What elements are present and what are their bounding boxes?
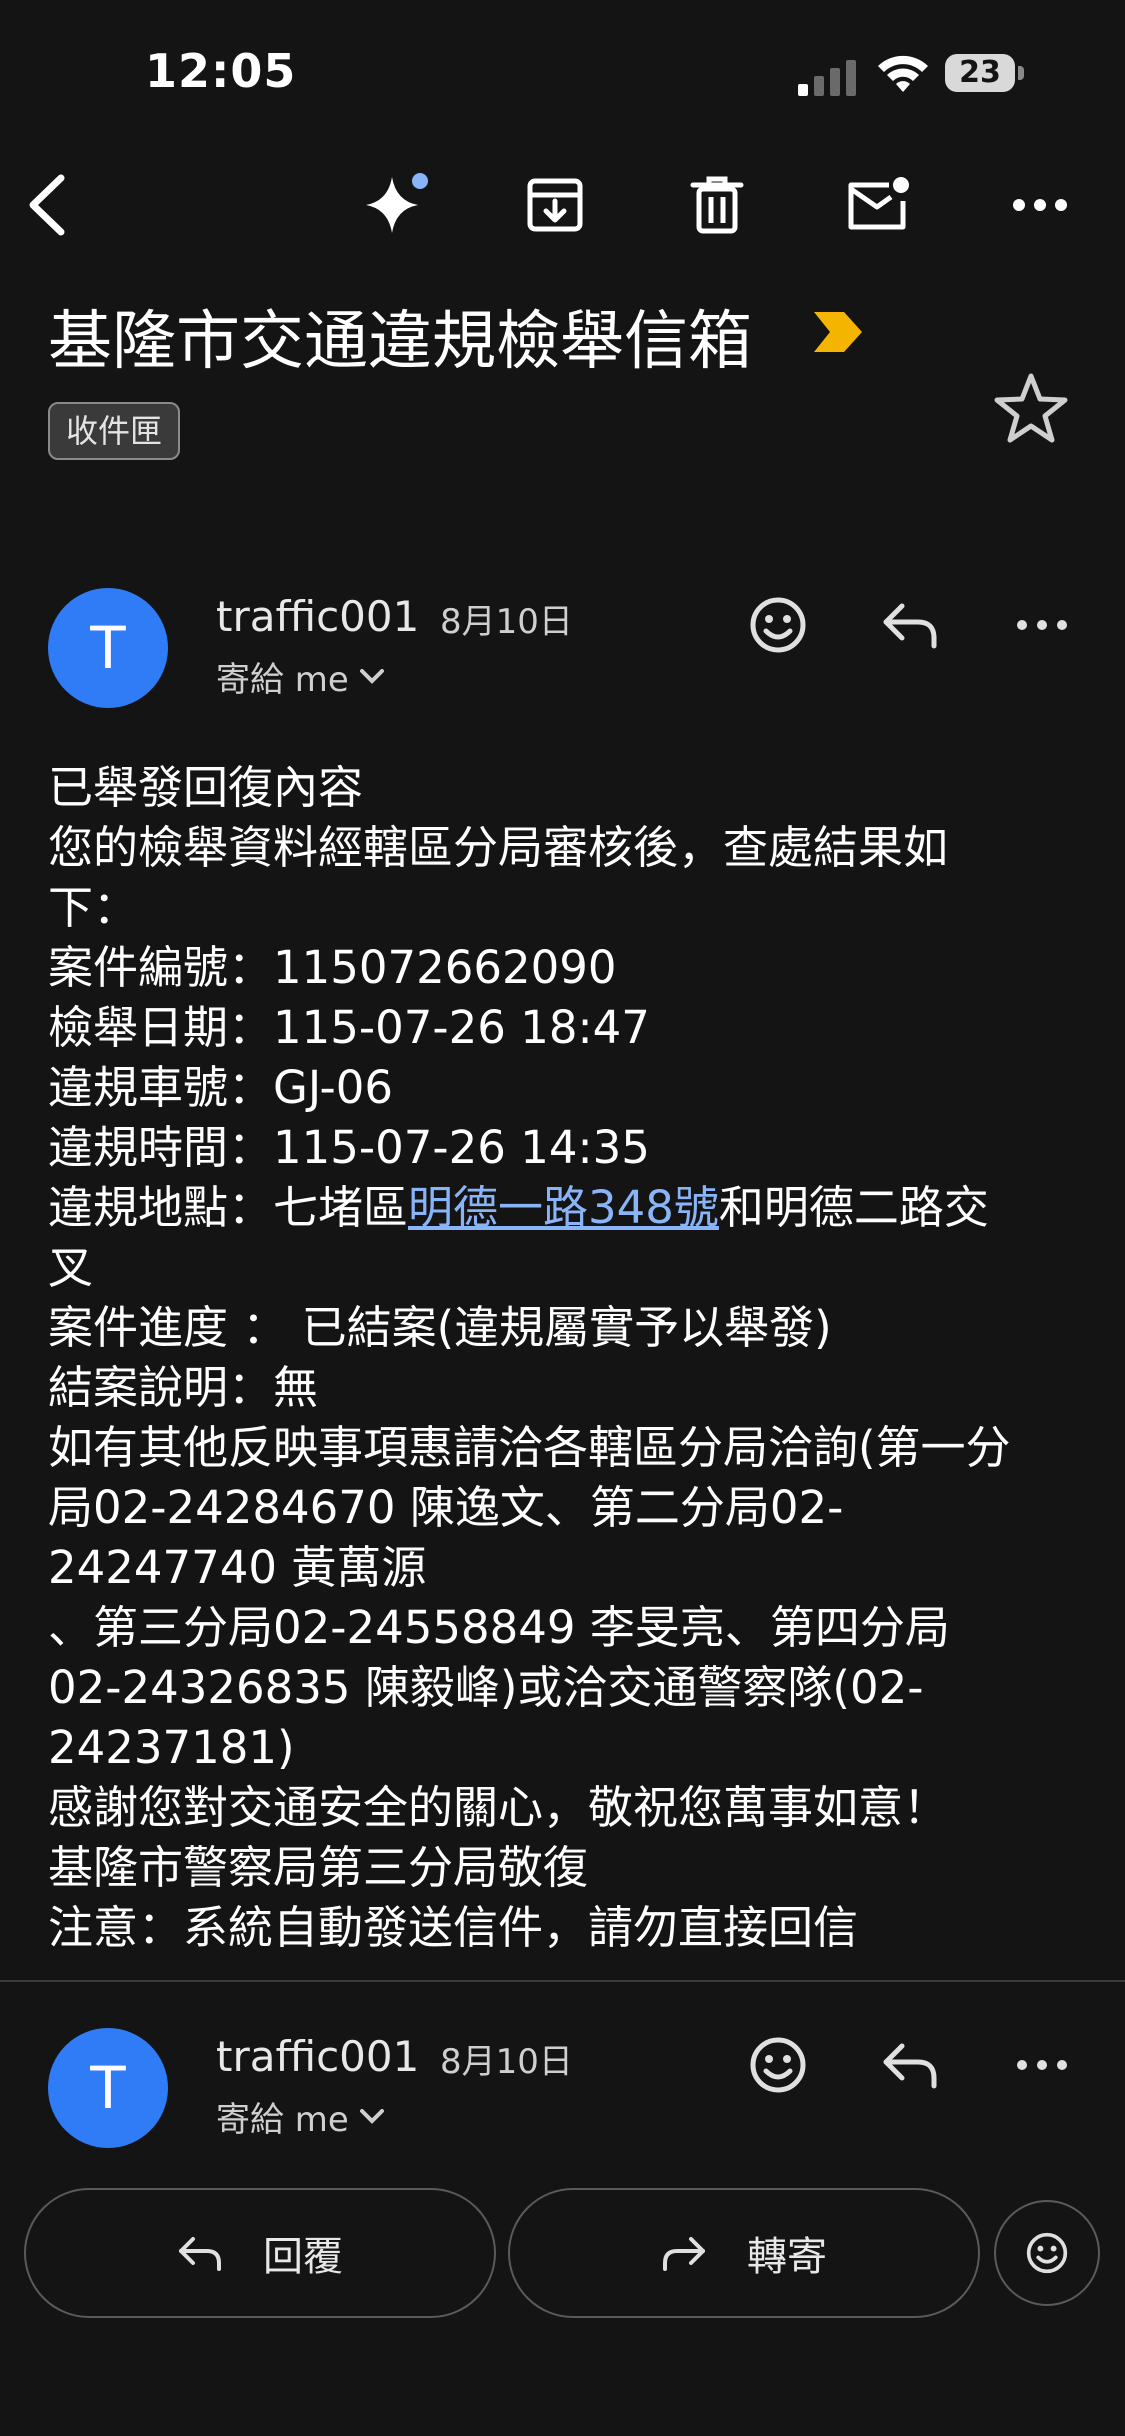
delete-button[interactable] [677, 165, 757, 245]
more-horizontal-icon [1017, 620, 1067, 630]
body-line: 、第三分局02-24558849 李旻亮、第四分局 [48, 1601, 950, 1654]
back-arrow-icon [29, 174, 65, 236]
forward-action-button[interactable]: 轉寄 [508, 2188, 980, 2318]
message-divider [0, 1980, 1125, 1982]
message-date: 8月10日 [440, 602, 573, 642]
reply-button[interactable] [870, 2025, 950, 2105]
reply-icon [179, 2237, 221, 2271]
message-more-button[interactable] [1002, 585, 1082, 665]
archive-icon [527, 178, 583, 232]
message-body: 已舉發回復內容 您的檢舉資料經轄區分局審核後，查處結果如 下： 案件編號：115… [48, 758, 1078, 1958]
cellular-signal-icon [798, 60, 856, 96]
mark-unread-button[interactable] [838, 165, 918, 245]
sender-avatar[interactable]: T [48, 588, 168, 708]
sender-name: traffic001 [216, 2032, 420, 2081]
case-status: 案件進度 ： 已結案(違規屬實予以舉發) [48, 1301, 832, 1354]
status-time: 12:05 [145, 44, 297, 98]
message-more-button[interactable] [1002, 2025, 1082, 2105]
chevron-down-icon [359, 2108, 384, 2124]
gemini-button[interactable] [356, 165, 436, 245]
react-emoji-button[interactable] [738, 2025, 818, 2105]
more-options-button[interactable] [1000, 165, 1080, 245]
body-line: 感謝您對交通安全的關心，敬祝您萬事如意！ [48, 1781, 949, 1834]
plate-number: 違規車號：GJ-06 [48, 1061, 394, 1114]
emoji-icon [750, 2037, 806, 2093]
reply-action-button[interactable]: 回覆 [24, 2188, 496, 2318]
body-line: 下： [48, 881, 139, 934]
mail-unread-icon [848, 177, 909, 230]
reply-label: 回覆 [263, 2234, 343, 2280]
reply-icon [883, 603, 937, 649]
battery-level: 23 [959, 55, 1001, 90]
body-line: 叉 [48, 1241, 94, 1294]
sparkle-icon [366, 173, 428, 233]
body-line: 局02-24284670 陳逸文、第二分局02- [48, 1481, 844, 1534]
body-line: 如有其他反映事項惠請洽各轄區分局洽詢(第一分 [48, 1421, 1011, 1474]
reply-button[interactable] [870, 585, 950, 665]
body-line: 您的檢舉資料經轄區分局審核後，查處結果如 [48, 821, 949, 874]
emoji-reaction-button[interactable] [994, 2200, 1100, 2306]
location-prefix: 違規地點：七堵區 [48, 1181, 409, 1234]
body-line: 基隆市警察局第三分局敬復 [48, 1841, 589, 1894]
recipient-details-toggle[interactable]: 寄給 me [216, 652, 385, 701]
location-suffix: 和明德二路交 [718, 1181, 989, 1234]
body-line: 注意：系統自動發送信件，請勿直接回信 [48, 1901, 859, 1954]
recipient-text: 寄給 me [216, 2100, 349, 2140]
sender-avatar[interactable]: T [48, 2028, 168, 2148]
body-line: 02-24326835 陳毅峰)或洽交通警察隊(02- [48, 1661, 924, 1714]
body-line: 24247740 黃萬源 [48, 1541, 427, 1594]
sender-name: traffic001 [216, 592, 420, 641]
violation-location: 違規地點：七堵區明德一路348號和明德二路交 [48, 1178, 1078, 1238]
address-link[interactable]: 明德一路348號 [408, 1181, 719, 1234]
more-horizontal-icon [1017, 2060, 1067, 2070]
reply-icon [883, 2043, 937, 2089]
react-emoji-button[interactable] [738, 585, 818, 665]
body-line: 24237181) [48, 1721, 295, 1774]
emoji-icon [1026, 2232, 1068, 2274]
emoji-icon [750, 597, 806, 653]
closing-note: 結案說明：無 [48, 1361, 319, 1414]
battery-indicator: 23 [945, 54, 1025, 94]
wifi-icon [878, 55, 928, 92]
inbox-label-chip[interactable]: 收件匣 [48, 402, 181, 460]
forward-icon [663, 2237, 705, 2271]
star-icon[interactable] [993, 372, 1069, 444]
message-date: 8月10日 [440, 2042, 573, 2082]
recipient-details-toggle[interactable]: 寄給 me [216, 2092, 385, 2141]
violation-time: 違規時間：115-07-26 14:35 [48, 1121, 650, 1174]
report-date: 檢舉日期：115-07-26 18:47 [48, 1001, 650, 1054]
importance-marker-icon[interactable] [810, 308, 866, 356]
chevron-down-icon [359, 668, 384, 684]
trash-icon [690, 176, 744, 234]
body-line: 已舉發回復內容 [48, 761, 364, 814]
forward-label: 轉寄 [747, 2234, 827, 2280]
back-button[interactable] [8, 165, 88, 245]
archive-button[interactable] [515, 165, 595, 245]
case-number: 案件編號：115072662090 [48, 941, 617, 994]
recipient-text: 寄給 me [216, 660, 349, 700]
email-subject: 基隆市交通違規檢舉信箱 [48, 305, 752, 379]
more-horizontal-icon [1013, 199, 1067, 211]
